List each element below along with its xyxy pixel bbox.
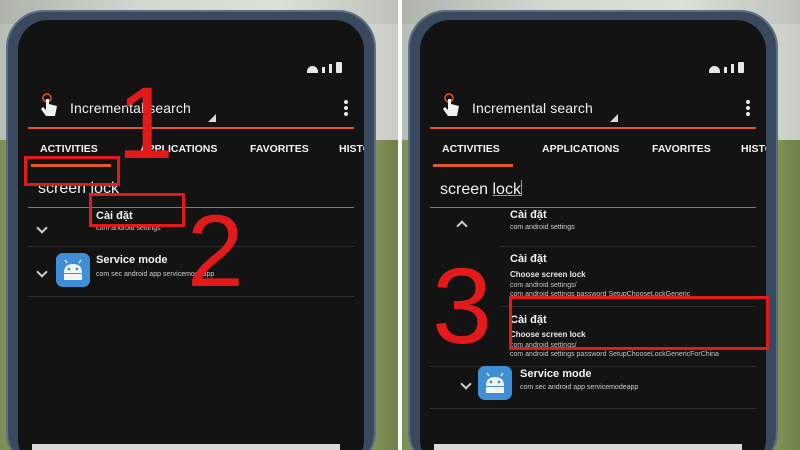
tab-history[interactable]: HISTO <box>741 143 766 155</box>
row-divider <box>430 408 756 409</box>
activity-label: Choose screen lock <box>510 270 586 279</box>
search-word: lock <box>492 181 521 198</box>
result-title[interactable]: Service mode <box>520 368 592 380</box>
wifi-icon <box>307 66 318 73</box>
text-cursor <box>520 180 522 196</box>
title-dropdown-icon[interactable] <box>208 114 216 122</box>
highlight-box-activity <box>509 296 769 350</box>
group-package: com android settings <box>510 224 575 231</box>
overflow-menu-icon[interactable] <box>344 100 348 116</box>
tab-bar: ACTIVITIES APPLICATIONS FAVORITES HISTO <box>433 143 766 167</box>
signal-icon <box>731 64 734 73</box>
phone-bottom-edge <box>434 444 742 450</box>
wifi-icon <box>709 66 720 73</box>
phone-screen: Incremental search ACTIVITIES APPLICATIO… <box>420 20 766 450</box>
phone-frame: Incremental search ACTIVITIES APPLICATIO… <box>408 10 778 450</box>
tab-history[interactable]: HISTO <box>339 143 364 155</box>
left-screenshot: Incremental search ACTIVITIES APPLICATIO… <box>0 0 398 450</box>
status-bar <box>307 62 342 73</box>
row-divider <box>500 246 756 247</box>
highlight-box-search <box>24 156 120 186</box>
result-title[interactable]: Service mode <box>96 254 168 266</box>
active-tab-indicator <box>433 164 513 167</box>
highlight-box-result <box>89 193 185 227</box>
tab-favorites[interactable]: FAVORITES <box>250 143 339 155</box>
expand-chevron-icon[interactable] <box>36 266 48 278</box>
search-word: screen <box>440 181 489 198</box>
toolbar-divider <box>28 127 354 129</box>
battery-icon <box>336 62 342 73</box>
expand-chevron-icon[interactable] <box>36 222 48 234</box>
signal-icon <box>322 67 325 73</box>
app-title[interactable]: Incremental search <box>472 100 593 116</box>
phone-bottom-edge <box>32 444 340 450</box>
collapse-chevron-icon[interactable] <box>456 220 468 232</box>
battery-icon <box>738 62 744 73</box>
android-icon <box>56 253 90 287</box>
tab-activities[interactable]: ACTIVITIES <box>433 143 542 167</box>
search-underline <box>430 207 756 208</box>
activity-class: com android settings password SetupChoos… <box>510 351 719 358</box>
step-number-1: 1 <box>117 66 174 180</box>
status-bar <box>709 62 744 73</box>
step-number-2: 2 <box>187 194 244 308</box>
touch-hand-icon <box>443 93 459 116</box>
toolbar-divider <box>430 127 756 129</box>
tab-bar: ACTIVITIES APPLICATIONS FAVORITES HISTO <box>31 143 364 167</box>
step-number-3: 3 <box>432 245 493 366</box>
row-divider <box>430 366 756 367</box>
title-dropdown-icon[interactable] <box>610 114 618 122</box>
right-screenshot: Incremental search ACTIVITIES APPLICATIO… <box>402 0 800 450</box>
tab-favorites[interactable]: FAVORITES <box>652 143 741 155</box>
search-input[interactable]: screen lock <box>440 180 522 199</box>
signal-icon <box>329 64 332 73</box>
result-package: com sec android app servicemodeapp <box>520 384 639 391</box>
group-title[interactable]: Cài đặt <box>510 209 547 221</box>
overflow-menu-icon[interactable] <box>746 100 750 116</box>
activity-title[interactable]: Cài đặt <box>510 253 547 265</box>
android-icon <box>478 366 512 400</box>
touch-hand-icon <box>41 93 57 116</box>
tab-applications[interactable]: APPLICATIONS <box>542 143 652 155</box>
activity-component: com android settings/ <box>510 282 577 289</box>
expand-chevron-icon[interactable] <box>460 378 472 390</box>
signal-icon <box>724 67 727 73</box>
